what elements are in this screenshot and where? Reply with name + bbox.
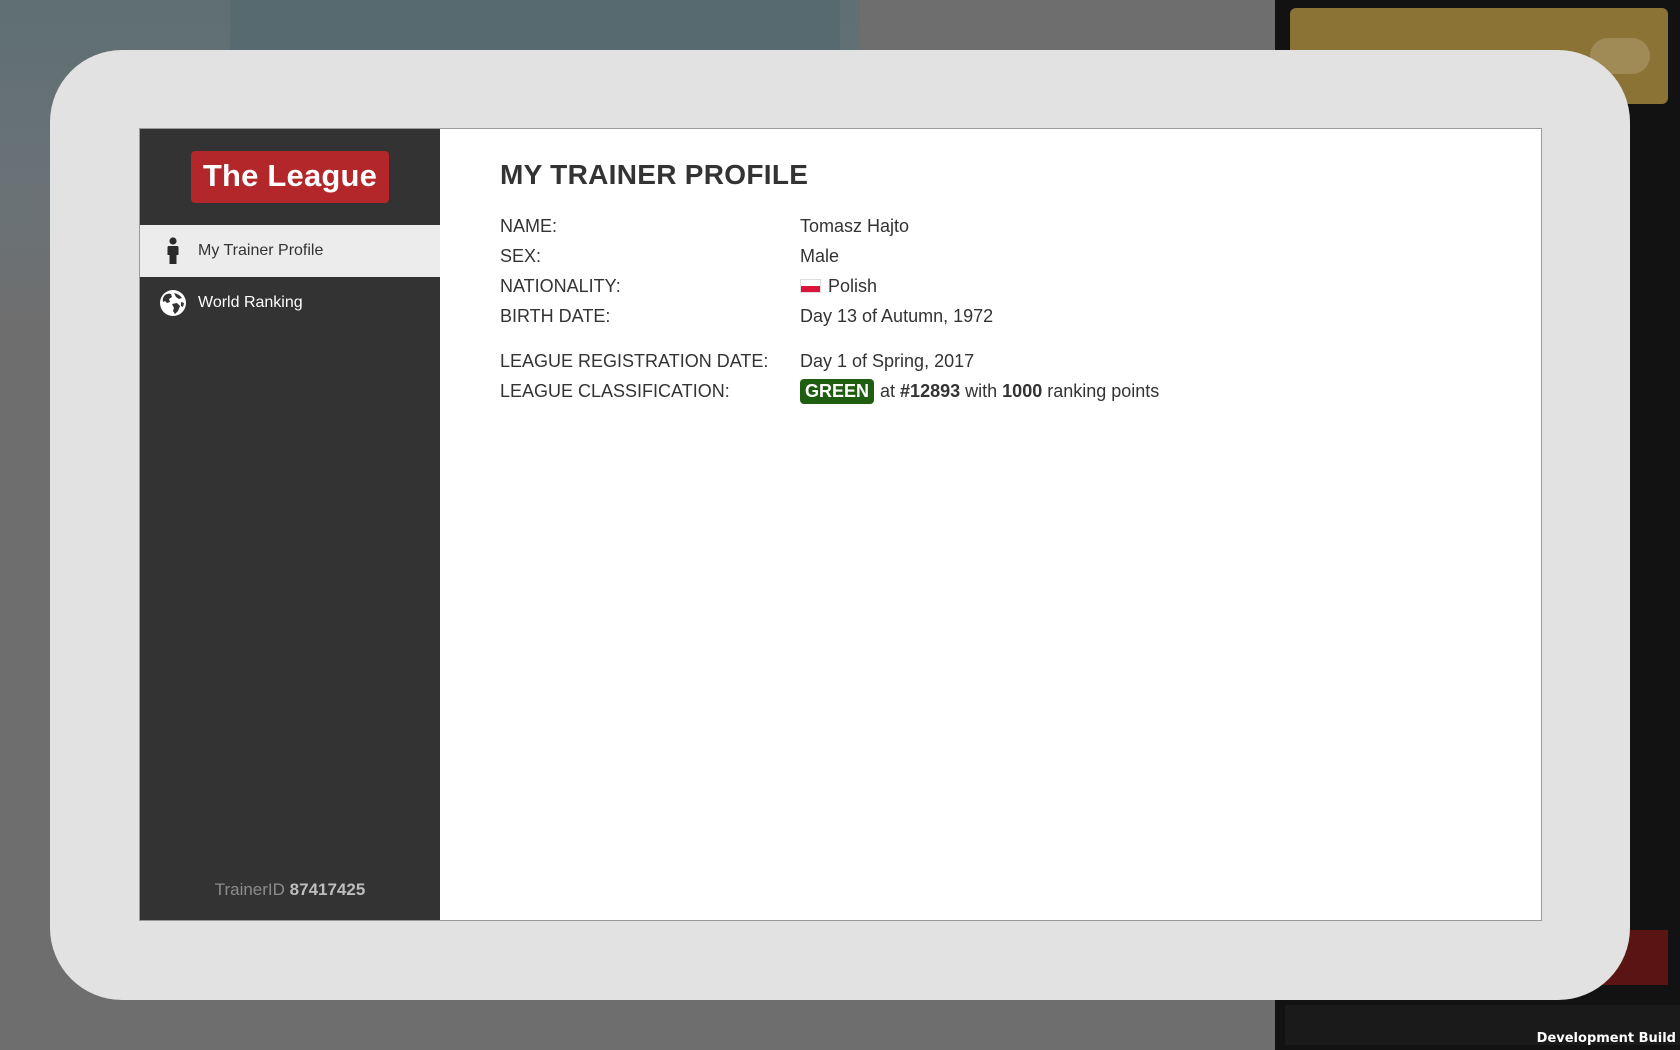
page-title: MY TRAINER PROFILE: [500, 159, 809, 190]
league-panel: The League My Trainer Profile World Rank…: [139, 128, 1542, 921]
logo-area: The League: [140, 129, 440, 225]
classification-points: 1000: [1002, 380, 1043, 401]
league-logo: The League: [190, 151, 390, 203]
name-value: Tomasz Hajto: [800, 215, 910, 236]
registration-label: LEAGUE REGISTRATION DATE:: [500, 350, 769, 371]
trainer-id-value: 87417425: [289, 880, 366, 899]
profile-row-nationality: NATIONALITY: Polish: [500, 271, 1481, 301]
registration-value: Day 1 of Spring, 2017: [800, 350, 975, 371]
profile-content: MY TRAINER PROFILE NAME: Tomasz Hajto SE…: [440, 129, 1541, 920]
classification-label: LEAGUE CLASSIFICATION:: [500, 380, 730, 401]
development-build-label: Development Build: [1536, 1031, 1676, 1046]
name-label: NAME:: [500, 215, 558, 236]
person-icon: [158, 236, 188, 266]
nationality-label: NATIONALITY:: [500, 275, 621, 296]
nationality-value: Polish: [828, 275, 878, 296]
sex-value: Male: [800, 245, 840, 266]
poland-flag-icon: [800, 279, 821, 293]
sex-label: SEX:: [500, 245, 542, 266]
globe-icon: [158, 288, 188, 318]
classification-at: at: [880, 380, 896, 401]
sidebar-item-label: My Trainer Profile: [198, 242, 324, 259]
nationality-value-wrap: Polish: [800, 276, 877, 297]
sidebar: The League My Trainer Profile World Rank…: [140, 129, 440, 920]
classification-suffix: ranking points: [1047, 380, 1160, 401]
classification-value: GREEN at #12893 with 1000 ranking points: [800, 378, 1160, 404]
profile-row-name: NAME: Tomasz Hajto: [500, 211, 1481, 241]
background-map-strip: [230, 0, 840, 50]
classification-badge: GREEN: [800, 378, 875, 404]
profile-row-sex: SEX: Male: [500, 241, 1481, 271]
trainer-id-label: TrainerID: [214, 880, 285, 899]
classification-rank: #12893: [900, 380, 961, 401]
sidebar-item-world-ranking[interactable]: World Ranking: [140, 277, 440, 329]
sidebar-item-my-trainer-profile[interactable]: My Trainer Profile: [140, 225, 440, 277]
profile-row-birth-date: BIRTH DATE: Day 13 of Autumn, 1972: [500, 301, 1481, 331]
profile-row-classification: LEAGUE CLASSIFICATION: GREEN at #12893 w…: [500, 376, 1481, 406]
birth-date-label: BIRTH DATE:: [500, 305, 611, 326]
sidebar-item-label: World Ranking: [198, 294, 303, 311]
classification-with: with: [965, 380, 998, 401]
trainer-id: TrainerID 87417425: [140, 880, 440, 900]
profile-row-registration: LEAGUE REGISTRATION DATE: Day 1 of Sprin…: [500, 346, 1481, 376]
birth-date-value: Day 13 of Autumn, 1972: [800, 305, 994, 326]
